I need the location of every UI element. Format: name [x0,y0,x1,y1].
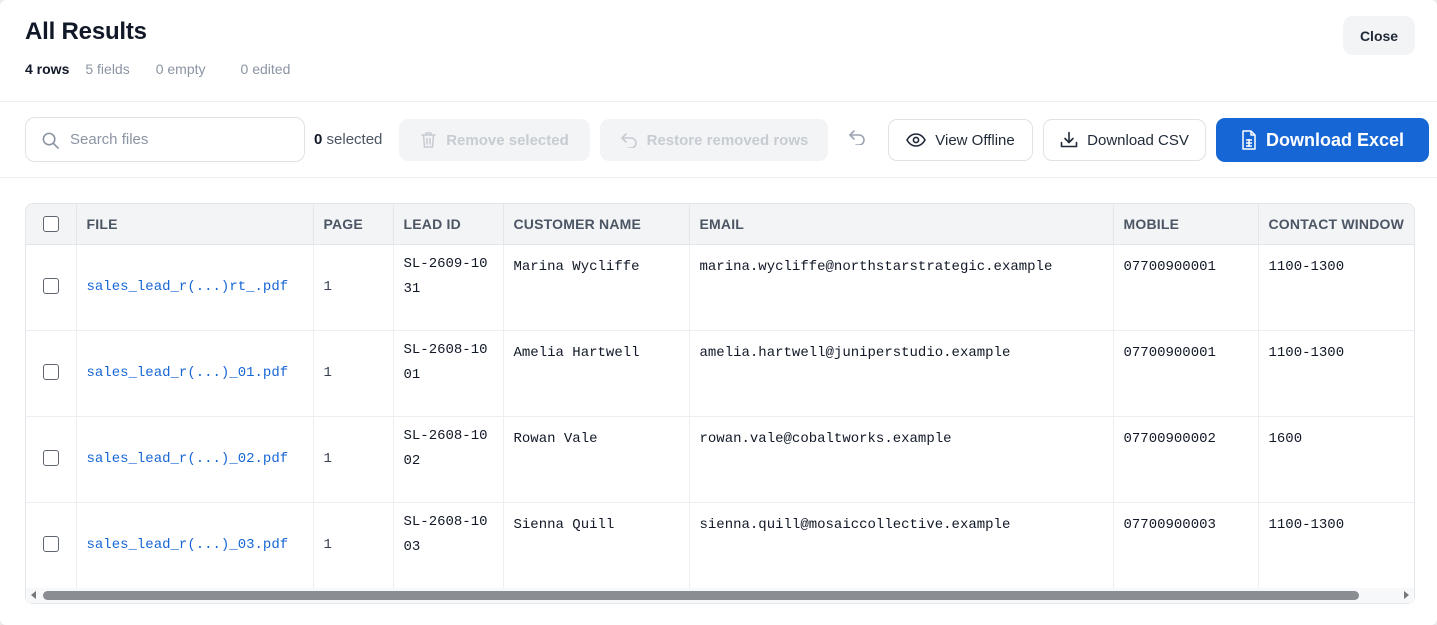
file-link[interactable]: sales_lead_r(...)rt_.pdf [76,244,314,331]
column-header-lead-id[interactable]: LEAD ID [393,204,504,245]
select-all-cell [26,204,77,245]
download-csv-button[interactable]: Download CSV [1043,119,1206,161]
row-checkbox[interactable] [42,535,59,552]
customer-name-cell[interactable]: Sienna Quill [503,502,690,589]
page-cell[interactable]: 1 [313,502,394,589]
restore-removed-button[interactable]: Restore removed rows [600,119,828,161]
column-header-file[interactable]: FILE [76,204,314,245]
page-title: All Results [25,18,147,45]
table-row: sales_lead_r(...)_02.pdf 1 SL-2608-1002 … [26,416,1414,503]
spreadsheet-file-icon [1242,130,1256,150]
scrollbar-thumb[interactable] [43,591,1359,600]
edited-count: 0 edited [240,61,291,77]
contact-window-cell[interactable]: 1100-1300 [1258,330,1414,417]
lead-id-cell[interactable]: SL-2608-1002 [393,416,504,503]
page-cell[interactable]: 1 [313,416,394,503]
modal-header: All Results 4 rows 5 fields 0 empty 0 ed… [0,0,1437,102]
remove-selected-button[interactable]: Remove selected [399,119,590,161]
close-button[interactable]: Close [1343,16,1415,55]
download-excel-label: Download Excel [1265,129,1405,150]
table-row: sales_lead_r(...)_03.pdf 1 SL-2608-1003 … [26,502,1414,589]
view-offline-label: View Offline [935,131,1015,149]
fields-count: 5 fields [85,61,130,77]
undo-icon [849,130,865,146]
view-offline-button[interactable]: View Offline [888,119,1033,161]
undo-icon [620,133,637,148]
results-table: FILE PAGE LEAD ID CUSTOMER NAME EMAIL MO… [26,204,1414,589]
trash-icon [421,132,436,148]
remove-selected-label: Remove selected [446,131,569,149]
row-select-cell [26,330,77,417]
contact-window-cell[interactable]: 1100-1300 [1258,244,1414,331]
file-link[interactable]: sales_lead_r(...)_03.pdf [76,502,314,589]
email-cell[interactable]: rowan.vale@cobaltworks.example [689,416,1114,503]
customer-name-cell[interactable]: Amelia Hartwell [503,330,690,417]
page-cell[interactable]: 1 [313,244,394,331]
customer-name-cell[interactable]: Rowan Vale [503,416,690,503]
download-icon [1060,131,1078,148]
mobile-cell[interactable]: 07700900003 [1113,502,1259,589]
table-row: sales_lead_r(...)_01.pdf 1 SL-2608-1001 … [26,330,1414,417]
row-select-cell [26,244,77,331]
results-modal: All Results 4 rows 5 fields 0 empty 0 ed… [0,0,1437,625]
row-select-cell [26,502,77,589]
email-cell[interactable]: amelia.hartwell@juniperstudio.example [689,330,1114,417]
contact-window-cell[interactable]: 1600 [1258,416,1414,503]
download-csv-label: Download CSV [1087,131,1189,149]
column-header-email[interactable]: EMAIL [689,204,1114,245]
file-link[interactable]: sales_lead_r(...)_01.pdf [76,330,314,417]
search-input[interactable] [70,118,298,161]
toolbar: 0 selected Remove selected Restore remov… [0,102,1437,178]
selected-count-label: selected [326,131,383,148]
horizontal-scrollbar[interactable] [26,588,1414,603]
row-select-cell [26,416,77,503]
page-cell[interactable]: 1 [313,330,394,417]
select-all-checkbox[interactable] [42,216,59,233]
file-link[interactable]: sales_lead_r(...)_02.pdf [76,416,314,503]
table-row: sales_lead_r(...)rt_.pdf 1 SL-2609-1031 … [26,244,1414,331]
customer-name-cell[interactable]: Marina Wycliffe [503,244,690,331]
selected-count: 0 selected [314,131,382,148]
row-checkbox[interactable] [42,277,59,294]
email-cell[interactable]: marina.wycliffe@northstarstrategic.examp… [689,244,1114,331]
row-checkbox[interactable] [42,363,59,380]
restore-removed-label: Restore removed rows [646,131,809,149]
rows-count: 4 rows [25,61,70,77]
mobile-cell[interactable]: 07700900002 [1113,416,1259,503]
result-stats: 4 rows 5 fields 0 empty 0 edited [25,61,316,77]
email-cell[interactable]: sienna.quill@mosaiccollective.example [689,502,1114,589]
mobile-cell[interactable]: 07700900001 [1113,244,1259,331]
row-checkbox[interactable] [42,449,59,466]
empty-count: 0 empty [155,61,206,77]
download-excel-button[interactable]: Download Excel [1216,118,1429,162]
column-header-contact-window[interactable]: CONTACT WINDOW [1258,204,1414,245]
lead-id-cell[interactable]: SL-2608-1003 [393,502,504,589]
search-icon [42,132,59,149]
selected-count-value: 0 [314,131,323,148]
column-header-page[interactable]: PAGE [313,204,394,245]
lead-id-cell[interactable]: SL-2609-1031 [393,244,504,331]
results-table-container: FILE PAGE LEAD ID CUSTOMER NAME EMAIL MO… [25,203,1415,604]
scroll-left-icon[interactable] [31,591,36,599]
eye-icon [906,133,927,147]
lead-id-cell[interactable]: SL-2608-1001 [393,330,504,417]
column-header-mobile[interactable]: MOBILE [1113,204,1259,245]
contact-window-cell[interactable]: 1100-1300 [1258,502,1414,589]
mobile-cell[interactable]: 07700900001 [1113,330,1259,417]
table-header-row: FILE PAGE LEAD ID CUSTOMER NAME EMAIL MO… [26,204,1414,245]
column-header-customer-name[interactable]: CUSTOMER NAME [503,204,690,245]
search-box[interactable] [25,117,305,162]
scroll-right-icon[interactable] [1404,591,1409,599]
undo-button[interactable] [848,129,866,150]
